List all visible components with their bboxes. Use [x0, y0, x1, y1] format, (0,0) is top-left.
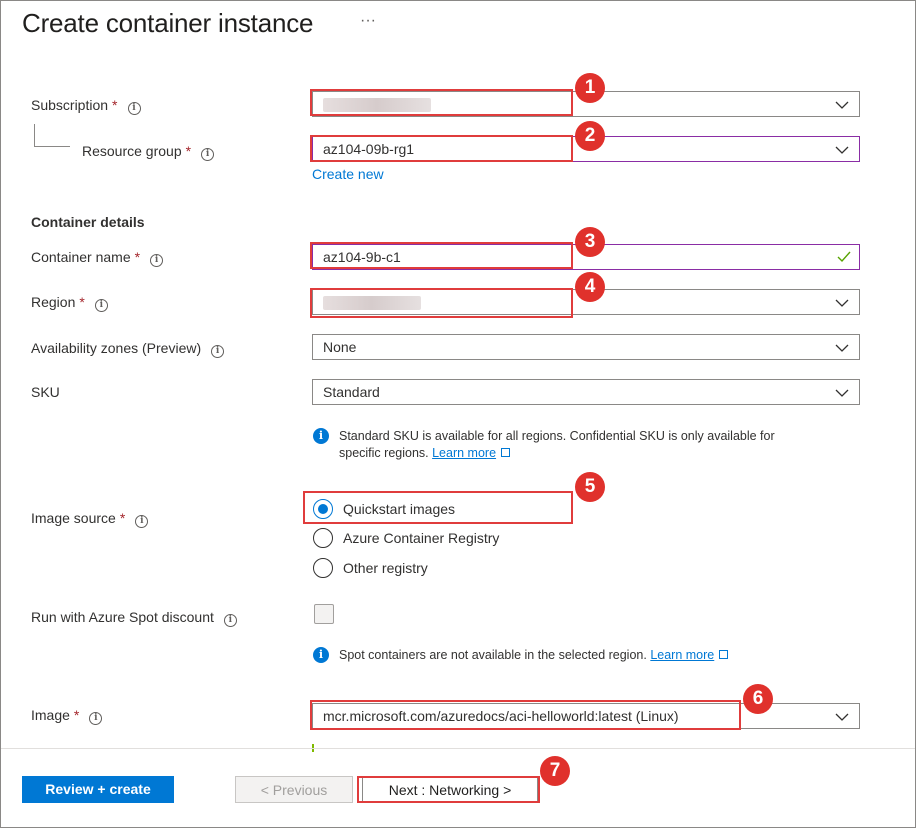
- tree-connector: [34, 146, 70, 147]
- image-source-label-text: Image source: [31, 510, 116, 526]
- radio-azure-container-registry[interactable]: Azure Container Registry: [313, 528, 499, 548]
- annotation-box-1: [310, 89, 573, 116]
- required-marker: *: [185, 143, 192, 159]
- image-label: Image * i: [31, 707, 103, 725]
- availability-zones-label-text: Availability zones (Preview): [31, 340, 202, 356]
- radio-other-registry[interactable]: Other registry: [313, 558, 428, 578]
- create-new-link[interactable]: Create new: [312, 166, 384, 182]
- annotation-badge-4: 4: [575, 272, 605, 302]
- subscription-label: Subscription * i: [31, 97, 141, 115]
- info-icon[interactable]: i: [223, 614, 237, 627]
- footer-divider: [1, 748, 915, 749]
- required-marker: *: [134, 249, 141, 265]
- spot-info-message: i Spot containers are not available in t…: [313, 647, 853, 665]
- chevron-down-icon: [835, 344, 849, 352]
- info-icon[interactable]: i: [127, 102, 141, 115]
- sku-label: SKU: [31, 384, 60, 400]
- info-icon[interactable]: i: [150, 254, 164, 267]
- sku-info-line1: Standard SKU is available for all region…: [339, 429, 775, 443]
- annotation-badge-3: 3: [575, 227, 605, 257]
- annotation-box-4: [310, 288, 573, 318]
- review-create-button[interactable]: Review + create: [22, 776, 174, 803]
- image-label-text: Image: [31, 707, 70, 723]
- chevron-down-icon: [835, 146, 849, 154]
- container-details-heading: Container details: [31, 214, 145, 230]
- annotation-badge-5: 5: [575, 472, 605, 502]
- radio-button[interactable]: [313, 558, 333, 578]
- checkmark-icon: [837, 251, 851, 263]
- spot-discount-label: Run with Azure Spot discount i: [31, 609, 237, 627]
- annotation-badge-1: 1: [575, 73, 605, 103]
- chevron-down-icon: [835, 389, 849, 397]
- availability-zones-dropdown[interactable]: None: [312, 334, 860, 360]
- annotation-box-5: [303, 491, 573, 524]
- radio-label: Azure Container Registry: [343, 530, 500, 546]
- required-marker: *: [112, 97, 118, 113]
- subscription-label-text: Subscription: [31, 97, 109, 113]
- chevron-down-icon: [835, 101, 849, 109]
- radio-button[interactable]: [313, 528, 333, 548]
- annotation-badge-6: 6: [743, 684, 773, 714]
- info-icon[interactable]: i: [211, 345, 225, 358]
- spot-info-text: Spot containers are not available in the…: [339, 647, 729, 664]
- more-options-icon[interactable]: ···: [360, 12, 376, 30]
- required-marker: *: [119, 510, 126, 526]
- info-icon[interactable]: i: [201, 148, 215, 161]
- external-link-icon: [501, 448, 511, 457]
- sku-info-message: i Standard SKU is available for all regi…: [313, 428, 853, 464]
- annotation-box-7: [357, 776, 540, 803]
- info-icon[interactable]: i: [89, 712, 103, 725]
- annotation-badge-2: 2: [575, 121, 605, 151]
- container-name-label: Container name * i: [31, 249, 164, 267]
- previous-button[interactable]: < Previous: [235, 776, 353, 803]
- info-icon[interactable]: i: [94, 299, 108, 312]
- resource-group-label-text: Resource group: [82, 143, 182, 159]
- page-title: Create container instance: [22, 8, 314, 38]
- learn-more-link[interactable]: Learn more: [650, 648, 714, 662]
- availability-zones-value: None: [323, 339, 357, 355]
- sku-info-text: Standard SKU is available for all region…: [339, 428, 775, 462]
- sku-value: Standard: [323, 384, 380, 400]
- annotation-badge-7: 7: [540, 756, 570, 786]
- spot-info-line: Spot containers are not available in the…: [339, 648, 647, 662]
- required-marker: *: [73, 707, 80, 723]
- info-filled-icon: i: [313, 428, 329, 444]
- availability-zones-label: Availability zones (Preview) i: [31, 340, 225, 358]
- region-label-text: Region: [31, 294, 76, 310]
- info-filled-icon: i: [313, 647, 329, 663]
- annotation-box-2: [310, 135, 573, 162]
- sku-dropdown[interactable]: Standard: [312, 379, 860, 405]
- learn-more-link[interactable]: Learn more: [432, 446, 496, 460]
- resource-group-label: Resource group * i: [82, 143, 215, 161]
- tree-connector: [34, 124, 35, 146]
- image-source-label: Image source * i: [31, 510, 149, 528]
- chevron-down-icon: [835, 713, 849, 721]
- region-label: Region * i: [31, 294, 108, 312]
- external-link-icon: [719, 650, 729, 659]
- spot-discount-checkbox[interactable]: [314, 604, 334, 624]
- sku-info-line2: specific regions.: [339, 446, 429, 460]
- chevron-down-icon: [835, 299, 849, 307]
- required-marker: *: [79, 294, 85, 310]
- annotation-box-6: [310, 700, 741, 730]
- spot-discount-label-text: Run with Azure Spot discount: [31, 609, 214, 625]
- info-icon[interactable]: i: [135, 515, 149, 528]
- radio-label: Other registry: [343, 560, 428, 576]
- container-name-label-text: Container name: [31, 249, 131, 265]
- annotation-box-3: [310, 242, 573, 269]
